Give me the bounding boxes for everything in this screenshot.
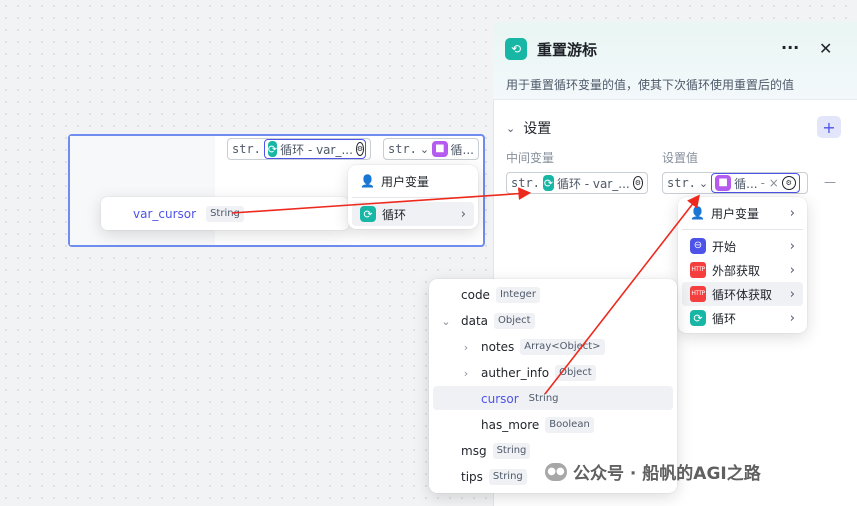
arrow-to-middle-var (231, 187, 532, 214)
annotation-arrows (231, 187, 700, 395)
watermark: ●● 公众号 · 船帆的AGI之路 (545, 459, 761, 484)
wechat-icon: ●● (545, 462, 567, 481)
arrow-to-set-value (544, 194, 700, 395)
watermark-text: 公众号 · 船帆的AGI之路 (573, 464, 761, 484)
